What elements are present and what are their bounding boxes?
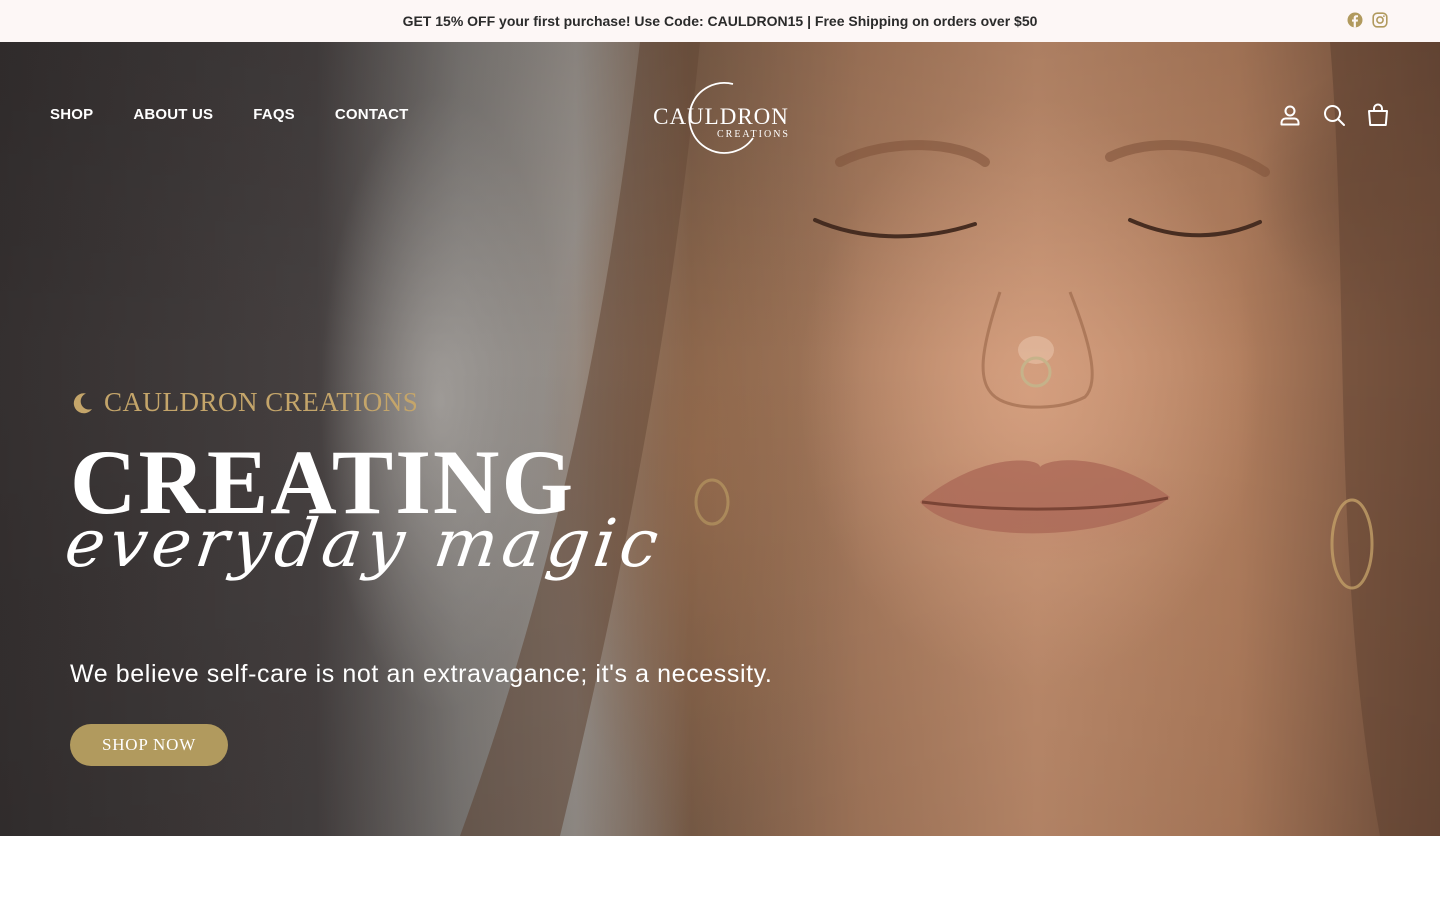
cart-icon[interactable]: [1366, 103, 1390, 127]
account-icon[interactable]: [1278, 103, 1302, 127]
nav-shop[interactable]: SHOP: [50, 106, 93, 123]
announcement-bar: GET 15% OFF your first purchase! Use Cod…: [0, 0, 1440, 42]
header-utilities: [1278, 103, 1390, 127]
hero-eyebrow-text: CAULDRON CREATIONS: [104, 387, 419, 417]
main-nav: SHOP ABOUT US FAQS CONTACT: [50, 106, 409, 123]
hero-eyebrow: CAULDRON CREATIONS: [70, 387, 418, 418]
announcement-text: GET 15% OFF your first purchase! Use Cod…: [402, 13, 1038, 29]
logo-name: CAULDRON: [653, 104, 789, 129]
hero-script-title: everyday magic: [60, 505, 668, 582]
site-logo[interactable]: CAULDRON CREATIONS: [650, 80, 792, 154]
hero-tagline: We believe self-care is not an extravaga…: [70, 660, 773, 688]
crescent-moon-icon: [73, 392, 92, 413]
facebook-icon[interactable]: [1347, 12, 1363, 28]
nav-contact[interactable]: CONTACT: [335, 106, 409, 123]
social-links: [1347, 12, 1388, 28]
search-icon[interactable]: [1322, 103, 1346, 127]
logo-sub: CREATIONS: [716, 129, 790, 140]
nav-about-us[interactable]: ABOUT US: [133, 106, 213, 123]
shop-now-button[interactable]: SHOP NOW: [70, 724, 228, 766]
nav-faqs[interactable]: FAQS: [253, 106, 295, 123]
instagram-icon[interactable]: [1372, 12, 1388, 28]
hero-banner: SHOP ABOUT US FAQS CONTACT CAULDRON CREA…: [0, 42, 1440, 836]
